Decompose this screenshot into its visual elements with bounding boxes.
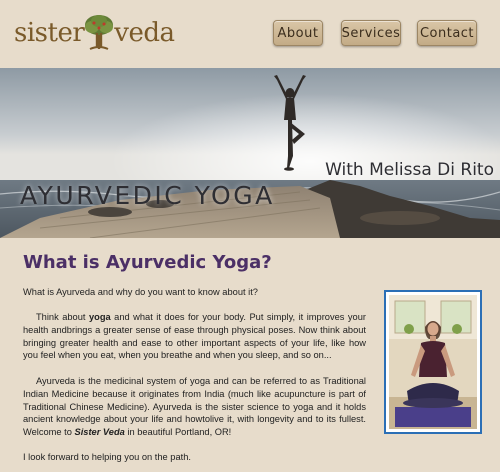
- hero-banner: AYURVEDIC YOGA: [0, 68, 500, 238]
- instructor-photo-frame: [384, 290, 482, 434]
- tree-logo-icon: [85, 15, 114, 50]
- site-logo[interactable]: sister veda: [14, 12, 175, 54]
- paragraph-yoga-bold: yoga: [88, 312, 111, 322]
- closing-text: I look forward to helping you on the pat…: [23, 452, 191, 462]
- paragraph-yoga-pre: Think about: [36, 312, 89, 322]
- nav-about-button[interactable]: About: [273, 20, 323, 46]
- intro-text: What is Ayurveda and why do you want to …: [23, 287, 258, 297]
- nav-services-button[interactable]: Services: [341, 20, 401, 46]
- banner-title: AYURVEDIC YOGA: [20, 181, 275, 210]
- logo-text-veda: veda: [114, 18, 175, 48]
- paragraph-ayurveda-post: in beautiful Portland, OR!: [124, 427, 232, 438]
- nav-contact-button[interactable]: Contact: [417, 20, 477, 46]
- instructor-photo: [389, 295, 477, 429]
- page-heading: What is Ayurvedic Yoga?: [23, 252, 272, 273]
- paragraph-ayurveda-bold: Sister Veda: [74, 427, 125, 438]
- banner-subtitle: With Melissa Di Rito: [325, 160, 494, 180]
- hero-image: [0, 68, 500, 238]
- paragraph-ayurveda: Ayurveda is the medicinal system of yoga…: [23, 375, 366, 439]
- site-header: sister veda About Services Contact: [0, 0, 500, 68]
- paragraph-yoga: Think about yoga and what it does for yo…: [23, 311, 366, 362]
- logo-text-sister: sister: [14, 18, 85, 48]
